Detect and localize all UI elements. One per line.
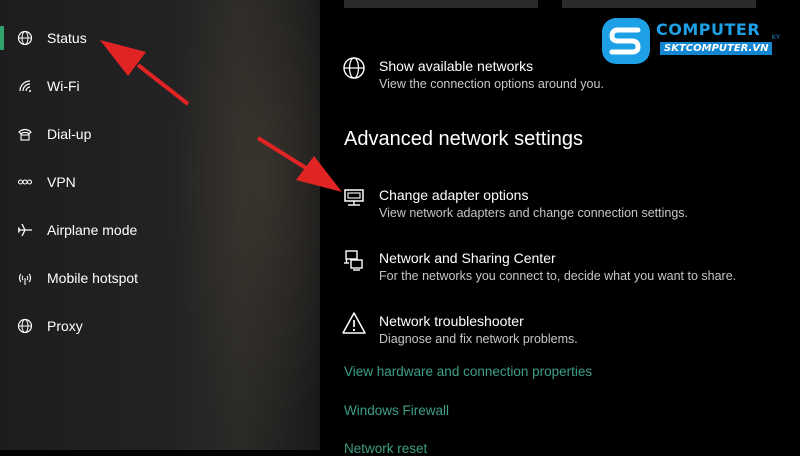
- sidebar-item-vpn[interactable]: VPN: [0, 158, 320, 206]
- adapter-icon: [342, 185, 368, 211]
- top-button-right[interactable]: [562, 0, 756, 8]
- warning-icon: [342, 311, 368, 337]
- globe-icon: [15, 28, 35, 48]
- globe-icon: [15, 316, 35, 336]
- settings-sidebar: Status Wi-Fi Dial-up VPN Airplane mode M…: [0, 0, 320, 450]
- wifi-icon: [15, 76, 35, 96]
- item-title: Network and Sharing Center: [379, 250, 556, 266]
- globe-icon: [342, 56, 368, 82]
- section-heading: Advanced network settings: [344, 128, 584, 150]
- top-button-left[interactable]: [344, 0, 538, 8]
- show-available-networks[interactable]: Show available networks View the connect…: [342, 57, 604, 93]
- sharing-center-icon: [342, 248, 368, 274]
- sidebar-item-label: VPN: [47, 174, 76, 190]
- item-title: Change adapter options: [379, 187, 529, 203]
- change-adapter-options[interactable]: Change adapter options View network adap…: [342, 186, 688, 222]
- sidebar-item-label: Dial-up: [47, 126, 92, 142]
- vpn-icon: [15, 172, 35, 192]
- sidebar-item-dialup[interactable]: Dial-up: [0, 110, 320, 158]
- network-and-sharing-center[interactable]: Network and Sharing Center For the netwo…: [342, 249, 736, 285]
- logo-sub-text: SKTCOMPUTER.VN: [660, 42, 773, 55]
- item-description: For the networks you connect to, decide …: [379, 269, 737, 283]
- hotspot-icon: [15, 268, 35, 288]
- sidebar-item-label: Airplane mode: [47, 222, 138, 238]
- item-description: View the connection options around you.: [379, 77, 604, 91]
- sidebar-item-airplane-mode[interactable]: Airplane mode: [0, 206, 320, 254]
- logo-tiny-text: KY: [772, 35, 781, 41]
- link-hardware-properties[interactable]: View hardware and connection properties: [344, 364, 592, 379]
- dialup-icon: [15, 124, 35, 144]
- link-network-reset[interactable]: Network reset: [344, 441, 427, 456]
- sidebar-item-label: Proxy: [47, 318, 83, 334]
- item-title: Network troubleshooter: [379, 313, 524, 329]
- airplane-icon: [15, 220, 35, 240]
- sidebar-item-status[interactable]: Status: [0, 14, 320, 62]
- logo-brand-text: COMPUTER: [656, 20, 761, 39]
- sidebar-item-mobile-hotspot[interactable]: Mobile hotspot: [0, 254, 320, 302]
- sidebar-item-label: Mobile hotspot: [47, 270, 139, 286]
- item-title: Show available networks: [379, 58, 534, 74]
- watermark-logo: COMPUTER KY SKTCOMPUTER.VN: [598, 14, 788, 68]
- active-indicator: [0, 26, 4, 50]
- network-troubleshooter[interactable]: Network troubleshooter Diagnose and fix …: [342, 312, 578, 348]
- link-windows-firewall[interactable]: Windows Firewall: [344, 403, 449, 418]
- logo-mark-icon: [602, 18, 650, 64]
- sidebar-item-label: Wi-Fi: [47, 78, 80, 94]
- sidebar-item-wifi[interactable]: Wi-Fi: [0, 62, 320, 110]
- item-description: Diagnose and fix network problems.: [379, 332, 578, 346]
- item-description: View network adapters and change connect…: [379, 206, 688, 220]
- sidebar-item-proxy[interactable]: Proxy: [0, 302, 320, 350]
- sidebar-item-label: Status: [47, 30, 87, 46]
